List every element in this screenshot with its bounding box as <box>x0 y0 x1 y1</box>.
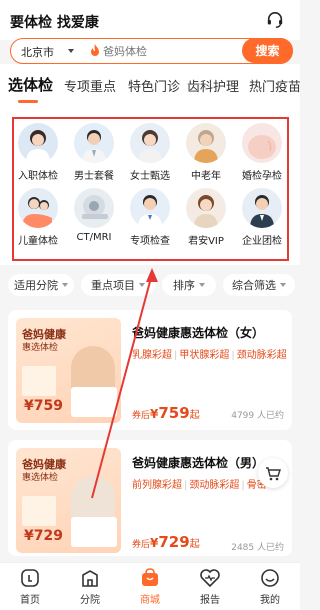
customer-service-icon[interactable] <box>266 11 284 29</box>
brand-slogan: 要体检 找爱康 <box>10 15 99 31</box>
city-selector[interactable]: 北京市 <box>21 44 54 60</box>
item-tag: 甲状腺彩超 <box>179 350 230 361</box>
product-price: 券后¥729起 <box>132 532 200 551</box>
filter-label: 排序 <box>173 279 195 292</box>
nav-home[interactable]: 首页 <box>10 567 50 606</box>
thumb-badge <box>22 496 56 526</box>
nav-label: 商城 <box>140 595 160 606</box>
bottom-nav: 首页 分院 商城 报告 我的 <box>0 562 300 610</box>
price-prefix: 券后 <box>132 540 151 550</box>
filter-key-items[interactable]: 重点项目 <box>81 274 155 296</box>
thumb-subtitle: 惠选体检 <box>22 473 59 483</box>
product-card[interactable]: 爸妈健康 惠选体检 ¥759 爸妈健康惠选体检（女） 乳腺彩超 | 甲状腺彩超 | 颈动… <box>8 310 292 430</box>
price-suffix: 起 <box>189 539 200 550</box>
sold-count: 2485 人已约 <box>231 543 284 553</box>
active-tab-indicator <box>18 100 38 103</box>
nav-label: 首页 <box>20 595 40 606</box>
filter-label: 重点项目 <box>91 279 135 292</box>
item-tag: 乳腺彩超 <box>132 350 172 361</box>
filter-label: 综合筛选 <box>232 279 276 292</box>
filter-sort[interactable]: 排序 <box>162 274 216 296</box>
nav-mine[interactable]: 我的 <box>250 567 290 606</box>
flame-icon <box>91 44 99 56</box>
search-button[interactable]: 搜索 <box>242 38 293 63</box>
chevron-down-icon <box>62 283 68 287</box>
tab-popular-vaccine[interactable]: 热门疫苗 <box>249 76 300 95</box>
product-items: 前列腺彩超 | 颈动脉彩超 | 骨密 <box>132 480 267 491</box>
app-page: 要体检 找爱康 北京市 搜索 选体检 专项重点 特色门诊 齿科护理 热门疫苗 <box>0 0 300 610</box>
home-icon <box>21 569 39 587</box>
nav-label: 报告 <box>200 595 220 606</box>
product-name: 爸妈健康惠选体检（男） <box>132 456 265 470</box>
product-price: 券后¥759起 <box>132 403 200 422</box>
thumb-badge <box>22 366 56 396</box>
mall-bag-icon <box>142 568 158 586</box>
item-tag: 颈动脉彩超 <box>236 350 287 361</box>
smile-face-icon <box>261 569 279 587</box>
item-tag: 前列腺彩超 <box>132 480 182 491</box>
thumb-subtitle: 惠选体检 <box>22 343 59 353</box>
tab-select-checkup[interactable]: 选体检 <box>8 74 53 95</box>
cart-button[interactable] <box>258 458 288 488</box>
thumb-price: ¥759 <box>24 398 63 414</box>
price-amount: 759 <box>158 404 190 422</box>
category-tabs: 选体检 专项重点 特色门诊 齿科护理 热门疫苗 <box>0 64 300 110</box>
price-amount: 729 <box>158 533 190 551</box>
tab-special-focus[interactable]: 专项重点 <box>64 76 116 95</box>
heart-report-icon <box>200 569 220 588</box>
search-bar: 北京市 搜索 <box>10 38 293 64</box>
item-tag: 颈动脉彩超 <box>189 480 240 491</box>
filter-comprehensive[interactable]: 综合筛选 <box>223 274 295 296</box>
chevron-down-icon[interactable] <box>68 49 74 53</box>
nav-branch[interactable]: 分院 <box>70 567 110 606</box>
tab-special-clinic[interactable]: 特色门诊 <box>128 76 180 95</box>
filter-label: 适用分院 <box>14 279 58 292</box>
price-prefix: 券后 <box>132 411 151 421</box>
chevron-down-icon <box>280 283 286 287</box>
top-header: 要体检 找爱康 <box>0 0 300 40</box>
chevron-down-icon <box>199 283 205 287</box>
tab-dental-care[interactable]: 齿科护理 <box>187 76 239 95</box>
product-card[interactable]: 爸妈健康 惠选体检 ¥729 爸妈健康惠选体检（男） 前列腺彩超 | 颈动脉彩超 | 骨… <box>8 440 292 556</box>
nav-label: 分院 <box>80 595 100 606</box>
filter-bar: 适用分院 重点项目 排序 综合筛选 <box>0 265 300 305</box>
thumb-item-list <box>71 517 117 547</box>
thumb-item-list <box>71 387 117 417</box>
building-icon <box>82 570 98 587</box>
nav-label: 我的 <box>260 595 280 606</box>
product-items: 乳腺彩超 | 甲状腺彩超 | 颈动脉彩超 <box>132 350 287 361</box>
cart-icon <box>266 467 281 481</box>
nav-mall[interactable]: 商城 <box>130 567 170 606</box>
chevron-down-icon <box>139 283 145 287</box>
annotation-highlight-box <box>12 117 289 261</box>
nav-report[interactable]: 报告 <box>190 567 230 606</box>
price-suffix: 起 <box>189 410 200 421</box>
search-input[interactable] <box>103 43 243 60</box>
thumb-price: ¥729 <box>24 528 63 544</box>
filter-branch[interactable]: 适用分院 <box>8 274 74 296</box>
product-name: 爸妈健康惠选体检（女） <box>132 326 265 340</box>
product-thumbnail[interactable]: 爸妈健康 惠选体检 ¥759 <box>16 318 121 423</box>
product-thumbnail[interactable]: 爸妈健康 惠选体检 ¥729 <box>16 448 121 553</box>
sold-count: 4799 人已约 <box>231 411 284 421</box>
